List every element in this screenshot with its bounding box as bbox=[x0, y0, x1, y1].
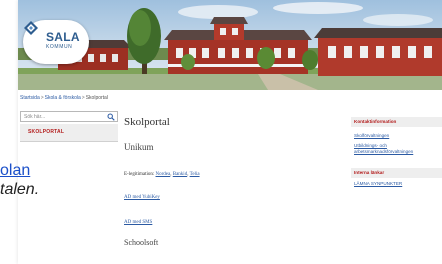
link-skolforvaltningen[interactable]: Skolförvaltningen bbox=[354, 133, 442, 139]
overlay-italic-text: talen. bbox=[0, 181, 40, 198]
link-bankid[interactable]: Bankid bbox=[173, 172, 187, 177]
section-heading-unikum: Unikum bbox=[124, 142, 154, 152]
interna-lankar-heading: Interna länkar bbox=[351, 168, 442, 178]
search-input[interactable] bbox=[22, 112, 110, 121]
search-icon[interactable] bbox=[107, 113, 115, 121]
logo-name: SALA bbox=[46, 30, 80, 44]
kontaktinformation-heading: Kontaktinformation bbox=[351, 117, 442, 127]
breadcrumb-skola[interactable]: Skola & förskola bbox=[45, 95, 81, 101]
sidebar-item-skolportal[interactable]: SKOLPORTAL bbox=[28, 129, 64, 135]
breadcrumb-separator: > bbox=[40, 95, 44, 101]
sidebar-nav: SKOLPORTAL bbox=[20, 124, 118, 142]
page: SALA KOMMUN Startsida>Skola & förskola>S… bbox=[18, 0, 442, 264]
search-box bbox=[20, 111, 118, 122]
breadcrumb-startsida[interactable]: Startsida bbox=[20, 95, 40, 101]
link-telia[interactable]: Telia bbox=[190, 172, 200, 177]
sala-logo-icon bbox=[24, 21, 38, 35]
sala-kommun-logo[interactable]: SALA KOMMUN bbox=[23, 20, 89, 64]
breadcrumb-current: Skolportal bbox=[85, 95, 108, 101]
link-lamna-synpunkter[interactable]: LÄMNA SYNPUNKTER bbox=[354, 181, 442, 187]
link-nordea[interactable]: Nordea bbox=[156, 172, 171, 177]
logo-subtitle: KOMMUN bbox=[46, 44, 73, 50]
section-heading-schoolsoft: Schoolsoft bbox=[124, 238, 159, 247]
elegitimation-line: E-legitimation: Nordea, Bankid, Telia bbox=[124, 172, 200, 177]
breadcrumb-separator: > bbox=[81, 95, 85, 101]
overlay-link[interactable]: olan bbox=[0, 162, 30, 180]
link-ad-yubikey[interactable]: AD med YubiKey bbox=[124, 195, 160, 200]
page-title: Skolportal bbox=[124, 116, 170, 128]
header-banner: SALA KOMMUN bbox=[18, 0, 442, 90]
link-ad-sms[interactable]: AD med SMS bbox=[124, 220, 152, 225]
link-utbildningsforvaltningen[interactable]: Utbildnings- och arbetsmarknadsförvaltni… bbox=[354, 143, 442, 155]
breadcrumb: Startsida>Skola & förskola>Skolportal bbox=[20, 95, 108, 101]
elegitimation-label: E-legitimation: bbox=[124, 172, 155, 177]
